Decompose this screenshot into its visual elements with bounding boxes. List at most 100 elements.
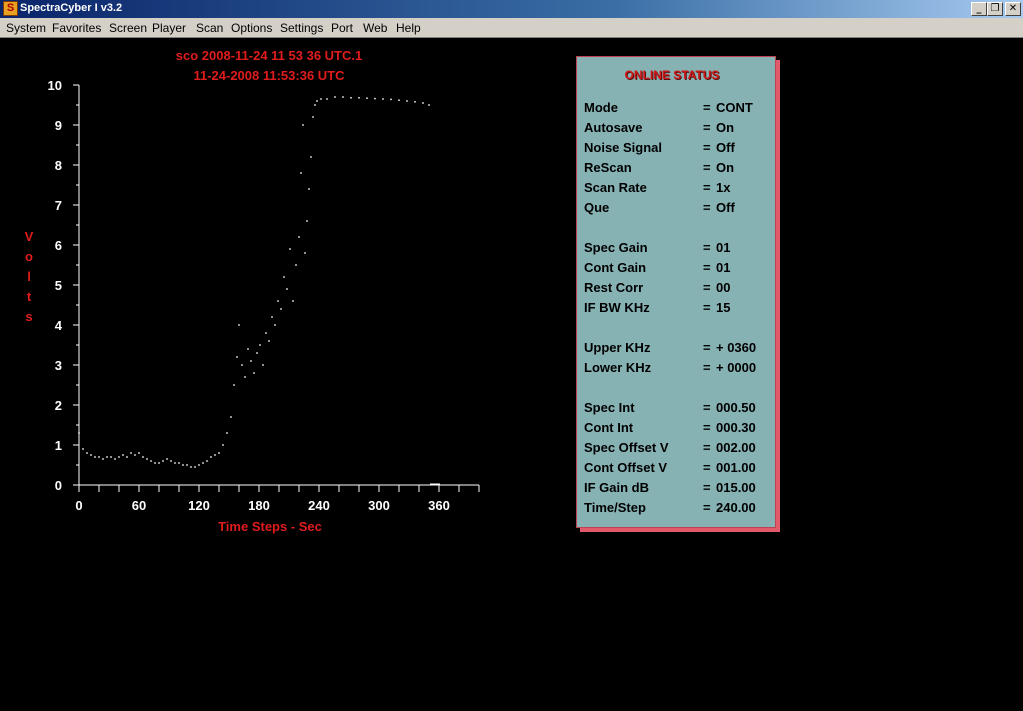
y-axis-label-letter: t — [27, 289, 32, 304]
data-point — [326, 98, 328, 100]
data-point — [86, 452, 88, 454]
y-tick-label: 0 — [55, 478, 62, 493]
chart-ticks: 0 1 2 3 4 5 6 7 8 9 10 0 60 120 180 240 300 360 — [48, 78, 480, 513]
data-point — [314, 104, 316, 106]
menu-help[interactable]: Help — [396, 21, 421, 35]
status-label: Cont Int — [584, 420, 634, 435]
data-point — [236, 356, 238, 358]
data-point — [286, 288, 288, 290]
minimize-button[interactable]: _ — [971, 2, 987, 16]
x-tick-label: 120 — [188, 498, 210, 513]
status-label: IF Gain dB — [584, 480, 649, 495]
data-point — [256, 352, 258, 354]
data-point — [226, 432, 228, 434]
status-equals: = — [703, 120, 711, 135]
data-point — [382, 98, 384, 100]
status-equals: = — [703, 460, 711, 475]
data-point — [98, 456, 100, 458]
x-tick-label: 180 — [248, 498, 270, 513]
status-equals: = — [703, 280, 711, 295]
menu-system[interactable]: System — [6, 21, 46, 35]
data-point — [82, 448, 84, 450]
status-equals: = — [703, 340, 711, 355]
data-point — [300, 172, 302, 174]
y-axis-label-letter: V — [25, 229, 34, 244]
data-point — [162, 460, 164, 462]
chart-axes — [78, 85, 479, 486]
status-value: 15 — [716, 300, 731, 315]
menu-port[interactable]: Port — [331, 21, 353, 35]
data-point — [390, 98, 392, 101]
data-point — [202, 462, 204, 464]
data-point — [178, 462, 180, 464]
data-point — [222, 444, 224, 446]
data-point — [114, 458, 116, 460]
x-tick-label: 360 — [428, 498, 450, 513]
status-label: Rest Corr — [584, 280, 644, 295]
restore-button[interactable]: ❐ — [987, 2, 1003, 16]
menu-scan[interactable]: Scan — [196, 21, 223, 35]
display-area: sco 2008-11-24 11 53 36 UTC.1 11-24-2008… — [0, 38, 1023, 711]
data-point — [283, 276, 285, 278]
status-label: Time/Step — [584, 500, 646, 515]
data-point — [130, 452, 132, 454]
data-point — [406, 100, 408, 102]
data-point — [186, 464, 188, 466]
x-tick-label: 240 — [308, 498, 330, 513]
menu-settings[interactable]: Settings — [280, 21, 323, 35]
data-point — [306, 220, 308, 222]
y-axis-label-letter: o — [25, 249, 33, 264]
data-point — [259, 344, 261, 346]
status-equals: = — [703, 300, 711, 315]
status-equals: = — [703, 200, 711, 215]
data-point — [194, 466, 196, 468]
data-point — [253, 372, 255, 374]
data-point — [210, 456, 212, 458]
data-point — [198, 464, 200, 466]
data-point — [247, 348, 249, 350]
data-point — [142, 456, 144, 458]
status-equals: = — [703, 240, 711, 255]
window-title: SpectraCyber I v3.2 — [20, 2, 123, 14]
title-bar[interactable]: S SpectraCyber I v3.2 _ ❐ ✕ — [0, 0, 1023, 18]
menu-favorites[interactable]: Favorites — [52, 21, 101, 35]
data-point — [170, 460, 172, 462]
status-label: Spec Offset V — [584, 440, 669, 455]
status-value: Off — [716, 140, 735, 155]
data-point — [302, 124, 304, 126]
y-tick-label: 2 — [55, 398, 62, 413]
data-point — [233, 384, 235, 386]
data-point — [265, 332, 267, 334]
data-point — [94, 456, 96, 458]
data-point — [241, 364, 243, 366]
data-point — [271, 316, 273, 318]
x-axis-label: Time Steps - Sec — [218, 519, 322, 534]
status-label: Que — [584, 200, 610, 215]
status-label: Autosave — [584, 120, 643, 135]
online-status-panel: ONLINE STATUS Mode = CONT Autosave = On Noise … — [576, 56, 776, 528]
data-point — [289, 248, 291, 250]
data-point — [312, 116, 314, 118]
menu-screen[interactable]: Screen — [109, 21, 147, 35]
status-value: + 0000 — [716, 360, 757, 375]
status-label: Upper KHz — [584, 340, 651, 355]
data-point — [428, 104, 430, 106]
menu-bar: System Favorites Screen Player Scan Opti… — [0, 18, 1023, 38]
status-value: 01 — [716, 240, 731, 255]
data-point — [122, 454, 124, 456]
data-point — [304, 252, 306, 254]
menu-web[interactable]: Web — [363, 21, 387, 35]
y-tick-label: 5 — [55, 278, 62, 293]
close-button[interactable]: ✕ — [1005, 2, 1021, 16]
data-point — [174, 462, 176, 464]
status-equals: = — [703, 180, 711, 195]
data-point — [244, 376, 246, 378]
data-point — [218, 452, 220, 454]
menu-player[interactable]: Player — [152, 21, 186, 35]
app-icon[interactable]: S — [3, 1, 18, 16]
data-point — [414, 101, 416, 103]
status-value: 015.00 — [716, 480, 756, 495]
status-label: Mode — [584, 100, 618, 115]
status-label: Spec Gain — [584, 240, 648, 255]
menu-options[interactable]: Options — [231, 21, 272, 35]
